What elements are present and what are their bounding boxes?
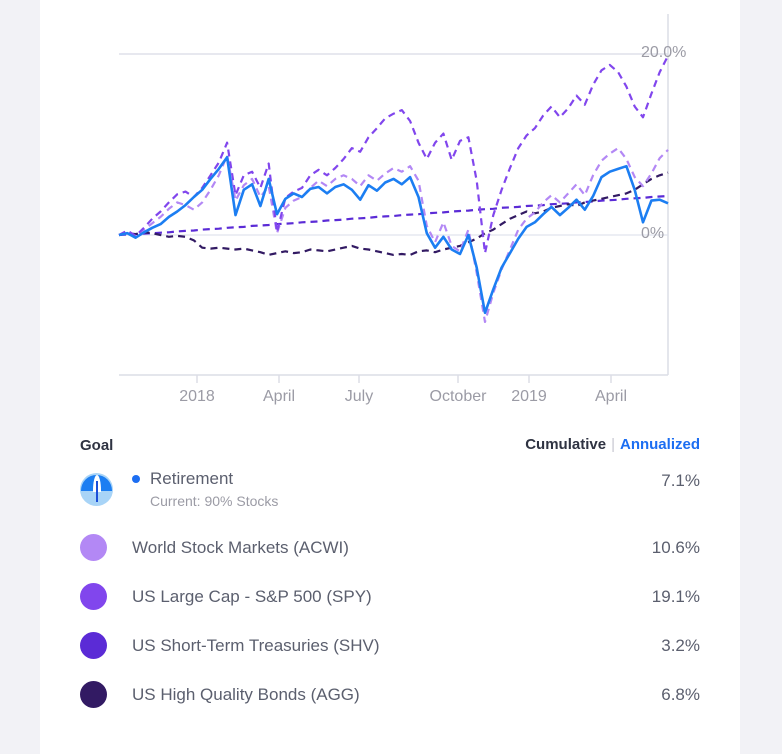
legend-row-benchmark[interactable]: US High Quality Bonds (AGG) 6.8%	[40, 670, 740, 719]
x-axis-tick-label: April	[594, 388, 628, 405]
series-color-swatch	[80, 681, 107, 708]
benchmark-return-value: 6.8%	[661, 684, 700, 704]
legend-row-benchmark[interactable]: US Large Cap - S&P 500 (SPY) 19.1%	[40, 572, 740, 621]
x-axis-tick-label: 2018	[179, 388, 215, 405]
x-axis-labels: 2018 April July October 2019 April	[40, 388, 740, 414]
performance-legend-table: Goal Cumulative | Annualized Retirement …	[40, 425, 740, 719]
umbrella-circle	[80, 473, 113, 506]
performance-card: 20.0% 0% 2018 April July October 2019 April G…	[40, 0, 740, 754]
legend-header: Goal Cumulative | Annualized	[40, 425, 740, 465]
performance-chart: 20.0% 0% 2018 April July October 2019 April	[40, 0, 740, 420]
benchmark-rows-container: World Stock Markets (ACWI) 10.6% US Large …	[40, 523, 740, 719]
benchmark-name: World Stock Markets (ACWI)	[132, 537, 349, 557]
goal-column-header: Goal	[80, 437, 114, 454]
return-mode-toggle[interactable]: Cumulative | Annualized	[525, 436, 700, 453]
benchmark-return-value: 19.1%	[651, 586, 700, 606]
legend-rows: Retirement Current: 90% Stocks 7.1% Worl…	[40, 465, 740, 719]
x-axis-ticks	[196, 375, 612, 383]
series-color-swatch	[80, 583, 107, 610]
benchmark-name: US Short-Term Treasuries (SHV)	[132, 635, 380, 655]
toggle-annualized[interactable]: Annualized	[620, 436, 700, 453]
x-axis-tick-label: October	[429, 388, 487, 405]
benchmark-name: US High Quality Bonds (AGG)	[132, 684, 360, 704]
goal-title-line: Retirement	[132, 469, 661, 489]
chart-series-line	[118, 55, 669, 255]
series-color-swatch	[80, 632, 107, 659]
x-axis-tick-label: 2019	[511, 388, 547, 405]
legend-row-goal[interactable]: Retirement Current: 90% Stocks 7.1%	[40, 465, 740, 523]
chart-series-group	[118, 55, 669, 323]
goal-series-dot-icon	[132, 475, 140, 483]
x-axis-tick-label: April	[262, 388, 296, 405]
beach-umbrella-icon	[80, 473, 113, 506]
benchmark-return-value: 3.2%	[661, 635, 700, 655]
chart-axes	[119, 14, 669, 383]
y-axis-label-top: 20.0%	[641, 44, 687, 61]
legend-row-benchmark[interactable]: World Stock Markets (ACWI) 10.6%	[40, 523, 740, 572]
benchmark-return-value: 10.6%	[651, 537, 700, 557]
goal-text-block: Retirement Current: 90% Stocks	[132, 467, 661, 509]
toggle-separator: |	[611, 436, 615, 453]
chart-series-line	[118, 171, 669, 256]
legend-row-benchmark[interactable]: US Short-Term Treasuries (SHV) 3.2%	[40, 621, 740, 670]
goal-return-value: 7.1%	[661, 471, 700, 490]
y-axis-label-zero: 0%	[641, 225, 665, 242]
goal-allocation-subtitle: Current: 90% Stocks	[150, 493, 279, 509]
chart-canvas	[118, 14, 669, 383]
toggle-cumulative[interactable]: Cumulative	[525, 436, 606, 453]
benchmark-name: US Large Cap - S&P 500 (SPY)	[132, 586, 372, 606]
x-axis-tick-label: July	[344, 388, 374, 405]
goal-name: Retirement	[150, 469, 234, 488]
umbrella-pole	[95, 481, 98, 502]
series-color-swatch	[80, 534, 107, 561]
